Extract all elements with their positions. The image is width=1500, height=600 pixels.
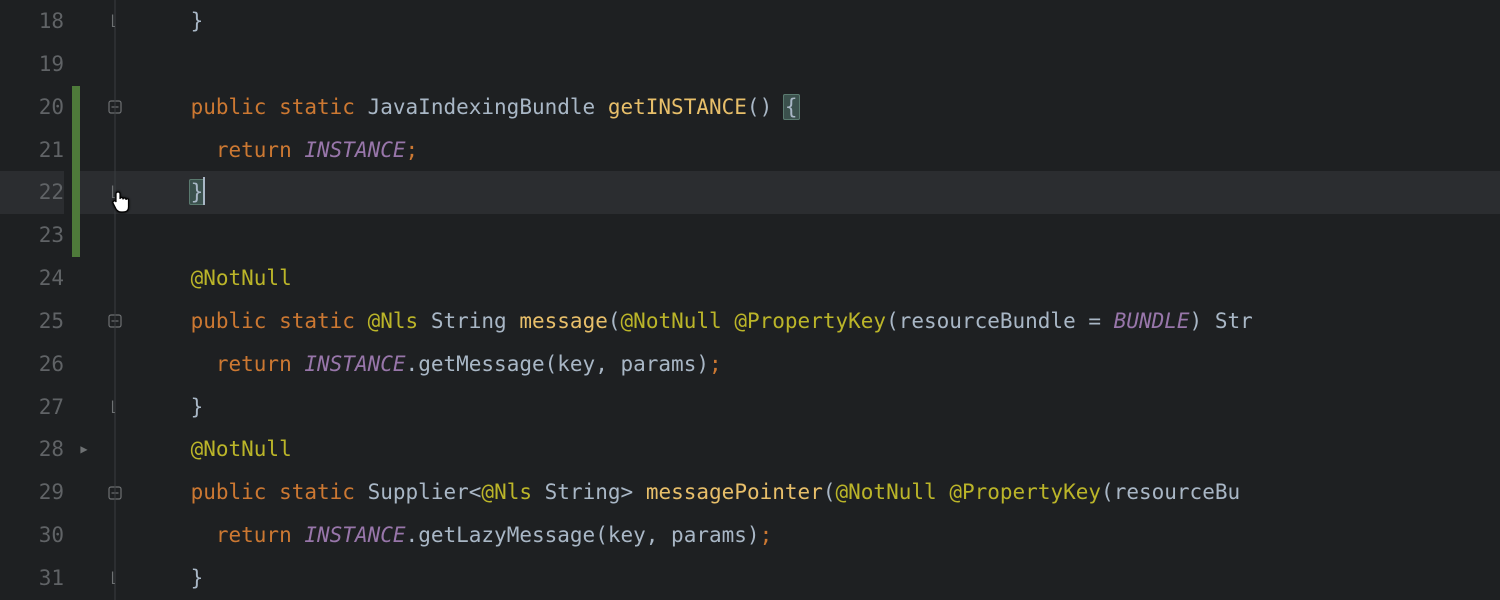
fold-end-icon[interactable]: ⌊ xyxy=(109,0,117,43)
code-content[interactable]: } public static JavaIndexingBundle getIN… xyxy=(134,0,1500,600)
editor-gutter: 18 19 20 21 22 23 24 25 26 27 28 29 30 3… xyxy=(0,0,134,600)
fold-gutter[interactable]: ⌊ ⌊ ⌊ xyxy=(96,0,134,600)
line-number[interactable]: 28 xyxy=(22,428,64,471)
line-number[interactable]: 24 xyxy=(22,257,64,300)
breakpoint-gutter[interactable] xyxy=(0,0,22,600)
line-number[interactable]: 29 xyxy=(22,471,64,514)
line-number[interactable]: 23 xyxy=(22,214,64,257)
fold-end-icon[interactable]: ⌊ xyxy=(109,557,117,600)
line-number[interactable]: 19 xyxy=(22,43,64,86)
code-line[interactable]: } xyxy=(134,386,1500,429)
code-line-current[interactable]: } xyxy=(134,171,1500,214)
line-number[interactable]: 21 xyxy=(22,129,64,172)
code-line[interactable]: return INSTANCE.getMessage(key, params); xyxy=(134,343,1500,386)
line-number[interactable]: 18 xyxy=(22,0,64,43)
vcs-added-marker[interactable] xyxy=(72,171,80,214)
code-line[interactable]: return INSTANCE.getLazyMessage(key, para… xyxy=(134,514,1500,557)
line-number[interactable]: 30 xyxy=(22,514,64,557)
code-line[interactable]: public static Supplier<@Nls String> mess… xyxy=(134,471,1500,514)
code-line[interactable]: return INSTANCE; xyxy=(134,129,1500,172)
line-number[interactable]: 26 xyxy=(22,343,64,386)
fold-end-icon[interactable]: ⌊ xyxy=(109,386,117,429)
code-line[interactable]: @NotNull xyxy=(134,257,1500,300)
code-editor[interactable]: 18 19 20 21 22 23 24 25 26 27 28 29 30 3… xyxy=(0,0,1500,600)
code-line[interactable]: } xyxy=(134,0,1500,43)
code-line[interactable]: public static JavaIndexingBundle getINST… xyxy=(134,86,1500,129)
line-number[interactable]: 25 xyxy=(22,300,64,343)
code-line[interactable]: @NotNull xyxy=(134,428,1500,471)
line-number[interactable]: 27 xyxy=(22,386,64,429)
line-number[interactable]: 22 xyxy=(22,171,64,214)
text-caret xyxy=(203,177,205,205)
run-gutter-icon[interactable]: ▶ xyxy=(80,428,87,471)
code-line[interactable] xyxy=(134,214,1500,257)
vcs-added-marker[interactable] xyxy=(72,86,80,129)
code-line[interactable]: public static @Nls String message(@NotNu… xyxy=(134,300,1500,343)
line-number-gutter[interactable]: 18 19 20 21 22 23 24 25 26 27 28 29 30 3… xyxy=(22,0,72,600)
code-line[interactable] xyxy=(134,43,1500,86)
vcs-marker-gutter[interactable]: ▶ xyxy=(72,0,96,600)
matched-brace: { xyxy=(783,94,800,120)
fold-end-icon[interactable]: ⌊ xyxy=(109,171,117,214)
vcs-added-marker[interactable] xyxy=(72,129,80,172)
line-number[interactable]: 31 xyxy=(22,557,64,600)
vcs-added-marker[interactable] xyxy=(72,214,80,257)
line-number[interactable]: 20 xyxy=(22,86,64,129)
code-line[interactable]: } xyxy=(134,557,1500,600)
